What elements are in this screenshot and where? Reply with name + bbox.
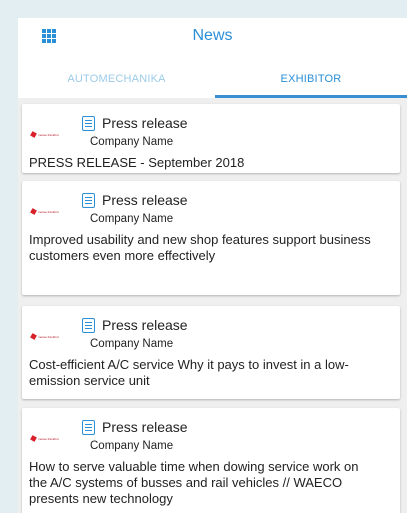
company-name: Company Name bbox=[90, 440, 174, 452]
page-title: News bbox=[192, 27, 233, 44]
company-name: Company Name bbox=[90, 338, 174, 350]
news-headline: PRESS RELEASE - September 2018 bbox=[29, 155, 245, 170]
tab-exhibitor[interactable]: EXHIBITOR bbox=[215, 62, 407, 98]
news-headline: How to serve valuable time when dowing s… bbox=[29, 459, 359, 506]
news-card[interactable]: messe frankfurt Press release Company Na… bbox=[22, 408, 400, 513]
news-card[interactable]: messe frankfurt Press release Company Na… bbox=[22, 104, 400, 173]
document-icon bbox=[82, 193, 95, 208]
company-name: Company Name bbox=[90, 136, 174, 148]
news-card[interactable]: messe frankfurt Press release Company Na… bbox=[22, 181, 400, 295]
tab-bar: AUTOMECHANIKA EXHIBITOR bbox=[18, 62, 407, 98]
news-headline: Cost-efficient A/C service Why it pays t… bbox=[29, 357, 349, 388]
item-type-label: Press release bbox=[102, 115, 188, 131]
exhibitor-logo: messe frankfurt bbox=[30, 435, 67, 442]
company-name: Company Name bbox=[90, 213, 174, 225]
exhibitor-logo: messe frankfurt bbox=[30, 131, 67, 138]
news-card[interactable]: messe frankfurt Press release Company Na… bbox=[22, 306, 400, 399]
exhibitor-logo: messe frankfurt bbox=[30, 208, 67, 215]
exhibitor-logo: messe frankfurt bbox=[30, 333, 67, 340]
tab-automechanika[interactable]: AUTOMECHANIKA bbox=[18, 62, 215, 98]
app-screen: News AUTOMECHANIKA EXHIBITOR messe frank… bbox=[18, 18, 407, 513]
document-icon bbox=[82, 116, 95, 131]
app-bar: News bbox=[18, 18, 407, 62]
window-frame-top bbox=[0, 0, 407, 18]
news-headline: Improved usability and new shop features… bbox=[29, 232, 371, 263]
document-icon bbox=[82, 318, 95, 333]
item-type-label: Press release bbox=[102, 419, 188, 435]
document-icon bbox=[82, 420, 95, 435]
item-type-label: Press release bbox=[102, 192, 188, 208]
item-type-label: Press release bbox=[102, 317, 188, 333]
window-frame-left bbox=[0, 0, 18, 513]
news-list[interactable]: messe frankfurt Press release Company Na… bbox=[18, 98, 407, 513]
